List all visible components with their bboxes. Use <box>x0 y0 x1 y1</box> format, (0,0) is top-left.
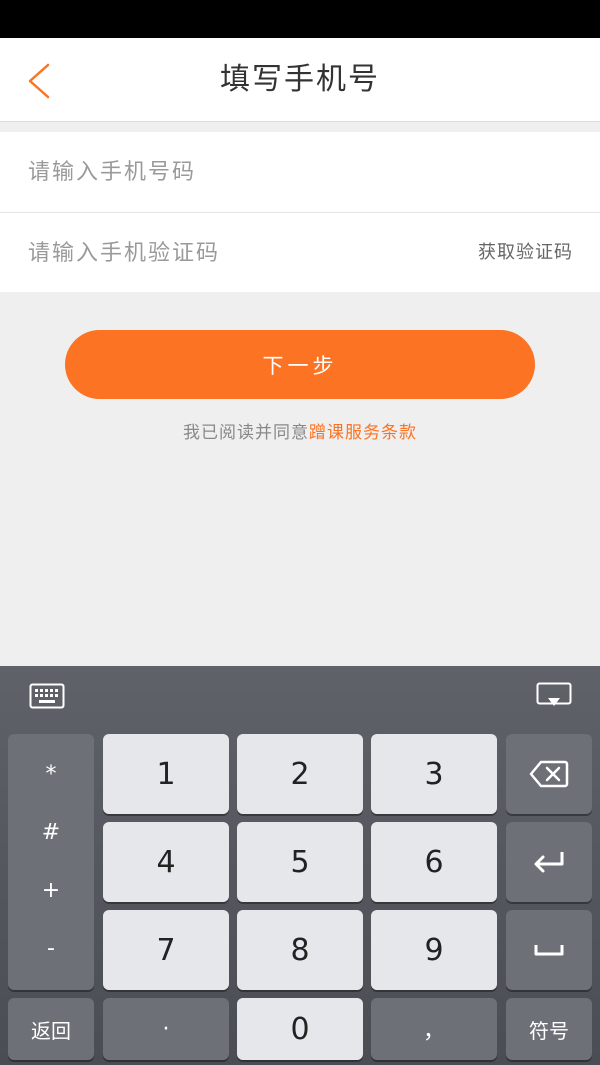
next-button[interactable]: 下一步 <box>65 330 535 399</box>
code-row: 获取验证码 <box>0 212 600 293</box>
digit-key-7[interactable]: 7 <box>103 910 229 990</box>
backspace-key[interactable] <box>506 734 592 814</box>
phone-row <box>0 132 600 212</box>
back-key[interactable]: 返回 <box>8 998 94 1060</box>
space-icon <box>534 945 564 956</box>
digit-key-8[interactable]: 8 <box>237 910 363 990</box>
agreement-prefix: 我已阅读并同意 <box>183 423 309 443</box>
symbol-key-hash[interactable]: # <box>42 822 60 844</box>
keyboard-toolbar <box>0 666 600 728</box>
enter-icon <box>534 852 564 873</box>
page-title: 填写手机号 <box>220 62 380 97</box>
keyboard-switch-icon[interactable] <box>27 680 67 712</box>
symbol-key-minus[interactable]: - <box>47 938 55 960</box>
symbols-key[interactable]: 符号 <box>506 998 592 1060</box>
dot-key[interactable]: · <box>103 998 229 1060</box>
digit-key-2[interactable]: 2 <box>237 734 363 814</box>
symbol-key-plus[interactable]: + <box>42 880 60 902</box>
comma-key[interactable]: ， <box>371 998 497 1060</box>
digit-key-0[interactable]: 0 <box>237 998 363 1060</box>
enter-key[interactable] <box>506 822 592 902</box>
numeric-keyboard: * # + - 1 2 3 4 5 6 7 8 9 返回 · 0 ， 符号 <box>0 666 600 1065</box>
backspace-icon <box>529 760 569 788</box>
login-form: 获取验证码 <box>0 132 600 293</box>
space-key[interactable] <box>506 910 592 990</box>
agreement-text: 我已阅读并同意蹭课服务条款 <box>0 418 600 443</box>
digit-key-6[interactable]: 6 <box>371 822 497 902</box>
symbol-key-asterisk[interactable]: * <box>46 764 57 786</box>
phone-input[interactable] <box>28 132 448 212</box>
digit-key-5[interactable]: 5 <box>237 822 363 902</box>
digit-key-3[interactable]: 3 <box>371 734 497 814</box>
verification-code-input[interactable] <box>28 213 448 293</box>
keyboard-hide-icon[interactable] <box>534 680 574 712</box>
get-code-button[interactable]: 获取验证码 <box>478 213 573 293</box>
digit-key-4[interactable]: 4 <box>103 822 229 902</box>
terms-link[interactable]: 蹭课服务条款 <box>309 423 417 443</box>
symbol-column: * # + - <box>8 734 94 990</box>
navbar: 填写手机号 <box>0 38 600 122</box>
digit-key-9[interactable]: 9 <box>371 910 497 990</box>
status-bar <box>0 0 600 38</box>
digit-key-1[interactable]: 1 <box>103 734 229 814</box>
